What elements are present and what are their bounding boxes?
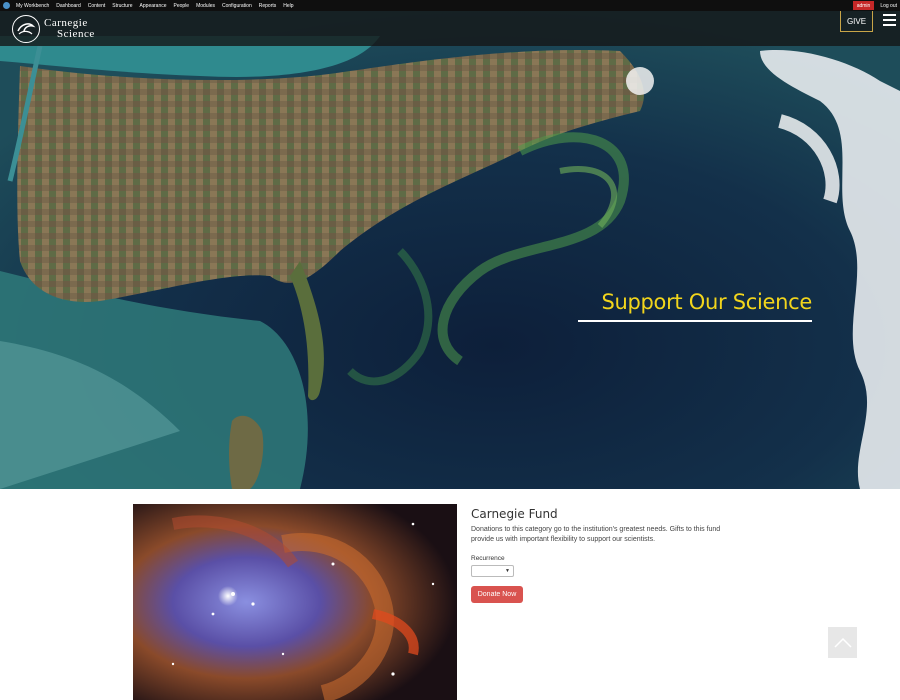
hero-title: Support Our Science xyxy=(601,290,812,314)
admin-menu-people[interactable]: People xyxy=(174,3,190,9)
fund-description: Donations to this category go to the ins… xyxy=(471,526,721,543)
admin-menu-modules[interactable]: Modules xyxy=(196,3,215,9)
fund-section: Carnegie Fund Donations to this category… xyxy=(0,489,900,700)
chevron-down-icon: ▼ xyxy=(505,568,510,574)
admin-menu-dashboard[interactable]: Dashboard xyxy=(56,3,80,9)
logo-emblem-icon xyxy=(12,15,40,43)
admin-user-badge[interactable]: admin xyxy=(852,1,875,10)
donate-now-button[interactable]: Donate Now xyxy=(471,586,523,603)
nebula-image xyxy=(133,504,457,700)
hamburger-menu-icon[interactable] xyxy=(883,14,896,26)
admin-menu-content[interactable]: Content xyxy=(88,3,106,9)
fund-details: Carnegie Fund Donations to this category… xyxy=(471,507,731,603)
admin-toolbar: My Workbench Dashboard Content Structure… xyxy=(0,0,900,11)
recurrence-label: Recurrence xyxy=(471,555,505,562)
chevron-up-icon xyxy=(833,637,852,648)
recurrence-select[interactable]: ▼ xyxy=(471,565,514,577)
site-header: Carnegie Science xyxy=(0,11,900,46)
hero-satellite-image xyxy=(0,11,900,489)
admin-menu-appearance[interactable]: Appearance xyxy=(140,3,167,9)
hero-title-block: Support Our Science xyxy=(578,288,812,322)
logo-text: Carnegie Science xyxy=(44,18,95,40)
logo-line2: Science xyxy=(57,28,95,40)
fund-title: Carnegie Fund xyxy=(471,507,558,521)
give-button[interactable]: GIVE xyxy=(840,10,873,32)
admin-menu-my-workbench[interactable]: My Workbench xyxy=(16,3,49,9)
home-icon[interactable] xyxy=(0,0,12,11)
admin-menu-configuration[interactable]: Configuration xyxy=(222,3,252,9)
admin-menu-structure[interactable]: Structure xyxy=(112,3,132,9)
carnegie-logo[interactable]: Carnegie Science xyxy=(12,14,95,44)
admin-menu-reports[interactable]: Reports xyxy=(259,3,277,9)
logout-link[interactable]: Log out xyxy=(880,3,897,9)
admin-user-area: admin Log out xyxy=(852,1,900,10)
back-to-top-button[interactable] xyxy=(828,627,857,658)
hero-banner xyxy=(0,11,900,489)
admin-menu: My Workbench Dashboard Content Structure… xyxy=(16,3,294,9)
hero-title-underline xyxy=(578,320,812,322)
admin-menu-help[interactable]: Help xyxy=(283,3,293,9)
